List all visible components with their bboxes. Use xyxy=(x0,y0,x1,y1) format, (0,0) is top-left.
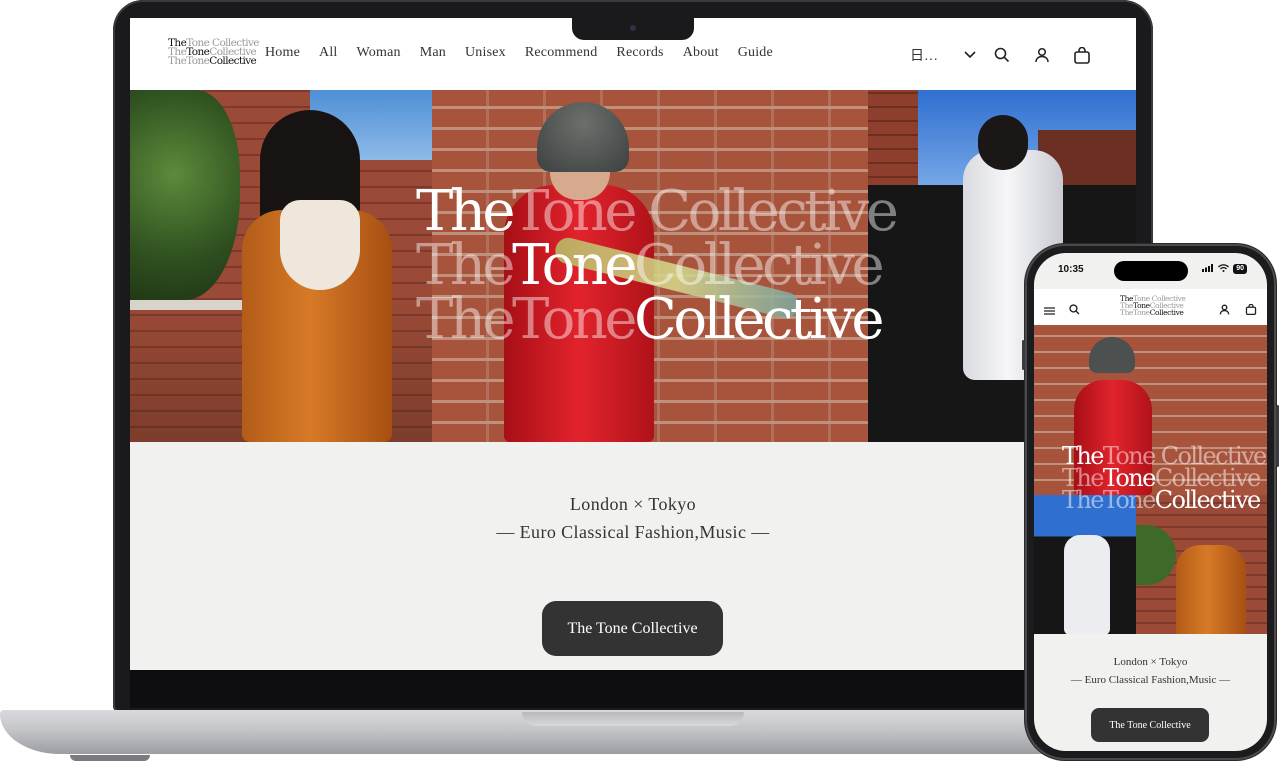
laptop-screen: TheTone Collective TheToneCollective The… xyxy=(130,18,1136,670)
status-time: 10:35 xyxy=(1058,264,1084,275)
nav-unisex[interactable]: Unisex xyxy=(465,45,506,61)
mobile-tagline-line-2: — Euro Classical Fashion,Music — xyxy=(1070,674,1231,686)
mobile-cta-button[interactable]: The Tone Collective xyxy=(1091,708,1209,742)
laptop-foot xyxy=(70,755,150,761)
search-icon[interactable] xyxy=(1069,300,1080,319)
search-icon[interactable] xyxy=(982,40,1022,70)
cart-icon[interactable] xyxy=(1062,40,1102,70)
phone-side-button xyxy=(1276,405,1279,467)
mobile-tagline-line-1: London × Tokyo xyxy=(1113,656,1188,668)
nav-all[interactable]: All xyxy=(319,45,338,61)
language-selector[interactable]: 日… xyxy=(910,45,958,65)
cart-icon[interactable] xyxy=(1245,300,1257,319)
hero-banner: TheTone Collective TheToneCollective The… xyxy=(130,90,1136,442)
nav-man[interactable]: Man xyxy=(420,45,446,61)
nav-about[interactable]: About xyxy=(683,45,719,61)
signal-icon xyxy=(1202,264,1214,274)
nav-guide[interactable]: Guide xyxy=(738,45,773,61)
nav-home[interactable]: Home xyxy=(265,45,300,61)
hero-photo-left xyxy=(130,90,432,442)
tagline: London × Tokyo — Euro Classical Fashion,… xyxy=(130,490,1136,546)
laptop-notch xyxy=(572,18,694,40)
mobile-hero-photo-left xyxy=(1034,495,1136,634)
tagline-line-1: London × Tokyo xyxy=(569,494,697,514)
site-logo[interactable]: TheTone Collective TheToneCollective The… xyxy=(168,38,260,67)
phone-screen: 10:35 90 TheTone Collective TheToneColle… xyxy=(1034,253,1267,751)
dynamic-island xyxy=(1114,261,1188,281)
nav-records[interactable]: Records xyxy=(616,45,663,61)
account-icon[interactable] xyxy=(1219,300,1230,319)
mobile-site-logo[interactable]: TheTone Collective TheToneCollective The… xyxy=(1120,295,1186,317)
battery-indicator: 90 xyxy=(1233,264,1247,274)
laptop-bezel xyxy=(130,670,1136,708)
laptop-lip xyxy=(522,712,744,726)
header-actions: 日… xyxy=(910,40,1102,70)
mobile-header: TheTone Collective TheToneCollective The… xyxy=(1034,289,1267,325)
tagline-line-2: — Euro Classical Fashion,Music — xyxy=(496,522,770,542)
menu-icon[interactable] xyxy=(1044,301,1055,320)
wifi-icon xyxy=(1218,264,1230,274)
main-nav: Home All Woman Man Unisex Recommend Reco… xyxy=(265,45,792,61)
mobile-hero-photo-right xyxy=(1136,495,1267,634)
cta-button[interactable]: The Tone Collective xyxy=(542,601,723,656)
account-icon[interactable] xyxy=(1022,40,1062,70)
status-indicators: 90 xyxy=(1202,264,1247,274)
nav-recommend[interactable]: Recommend xyxy=(525,45,598,61)
phone-volume-button xyxy=(1022,340,1025,370)
mobile-hero-title: TheTone Collective TheToneCollective The… xyxy=(1062,442,1267,514)
chevron-down-icon[interactable] xyxy=(958,40,982,70)
nav-woman[interactable]: Woman xyxy=(357,45,401,61)
hero-title: TheTone Collective TheToneCollective The… xyxy=(416,179,899,352)
mobile-hero-banner: TheTone Collective TheToneCollective The… xyxy=(1034,325,1267,634)
mobile-tagline: London × Tokyo — Euro Classical Fashion,… xyxy=(1034,653,1267,689)
